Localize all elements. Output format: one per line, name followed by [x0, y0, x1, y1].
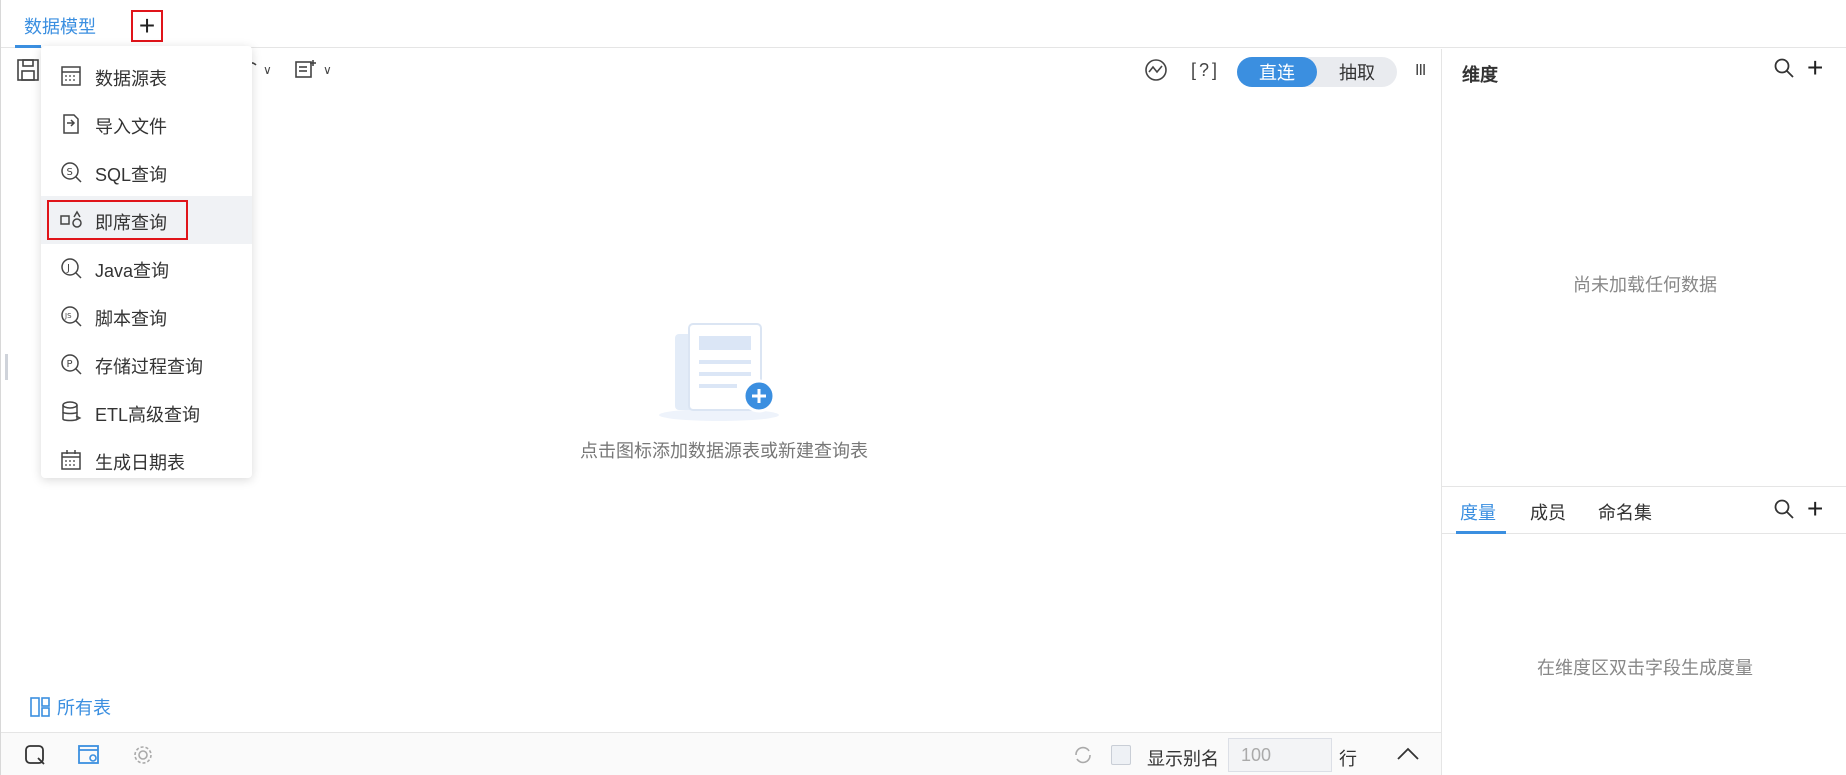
import-file-icon	[63, 114, 79, 134]
add-dimension-button[interactable]: +	[1807, 54, 1823, 82]
chevron-down-icon[interactable]: ∨	[323, 63, 332, 77]
chevron-down-icon[interactable]: ∨	[263, 63, 272, 77]
menu-item-generate-date-table[interactable]: 生成日期表	[41, 436, 252, 484]
add-tab-button[interactable]: +	[131, 10, 163, 42]
svg-text:S: S	[67, 167, 73, 178]
menu-item-datasource-table[interactable]: 数据源表	[41, 52, 252, 100]
menu-item-import-file[interactable]: 导入文件	[41, 100, 252, 148]
menu-item-java-query[interactable]: J Java查询	[41, 244, 252, 292]
adhoc-query-icon	[60, 210, 82, 228]
tab-bar: 数据模型 +	[1, 0, 1846, 48]
left-resize-handle[interactable]	[5, 354, 8, 380]
menu-item-adhoc-query[interactable]: 即席查询	[41, 196, 252, 244]
all-tables-label: 所有表	[57, 698, 111, 718]
menu-item-label: 导入文件	[95, 117, 167, 137]
menu-item-label: 生成日期表	[95, 453, 185, 473]
script-query-icon: JS	[61, 306, 82, 327]
menu-item-etl-query[interactable]: ETL高级查询	[41, 388, 252, 436]
measure-tabs: 度量 成员 命名集 +	[1442, 486, 1846, 534]
row-unit-label: 行	[1339, 749, 1357, 769]
menu-item-label: 存储过程查询	[95, 357, 203, 377]
table-icon	[61, 66, 81, 86]
search-icon[interactable]	[1773, 498, 1795, 520]
tab-active-underline	[15, 45, 41, 48]
menu-item-label: SQL查询	[95, 165, 168, 185]
search-icon[interactable]	[1773, 57, 1795, 79]
tab-named-sets[interactable]: 命名集	[1598, 499, 1652, 525]
canvas-empty-hint: 点击图标添加数据源表或新建查询表	[580, 441, 868, 461]
svg-text:P: P	[67, 359, 73, 370]
java-query-icon: J	[61, 258, 82, 279]
add-measure-button[interactable]: +	[1807, 495, 1823, 523]
menu-item-script-query[interactable]: JS 脚本查询	[41, 292, 252, 340]
sync-icon[interactable]	[1071, 743, 1095, 767]
menu-item-label: 即席查询	[95, 213, 167, 233]
connection-mode-toggle[interactable]: 直连 抽取	[1237, 57, 1397, 87]
row-count-input[interactable]: 100	[1228, 738, 1332, 772]
plus-icon: +	[138, 10, 156, 41]
query-view-icon[interactable]	[23, 743, 47, 767]
sql-query-icon: S	[61, 162, 82, 183]
chevron-up-icon[interactable]	[1395, 743, 1421, 763]
mode-direct-button[interactable]: 直连	[1237, 57, 1317, 87]
mode-extract-button[interactable]: 抽取	[1317, 57, 1397, 87]
menu-item-label: Java查询	[95, 261, 170, 281]
show-alias-checkbox[interactable]	[1111, 745, 1131, 765]
empty-document-illustration[interactable]	[657, 320, 787, 425]
save-icon[interactable]	[15, 57, 41, 83]
chart-preview-icon[interactable]	[1143, 57, 1169, 83]
menu-item-procedure-query[interactable]: P 存储过程查询	[41, 340, 252, 388]
procedure-query-icon: P	[61, 354, 82, 375]
app-window: 数据模型 + ∨ ∨ [?] 直连 抽取 III 点击图标添加数据源表或新建查询…	[0, 0, 1846, 775]
dimension-title: 维度	[1462, 65, 1498, 85]
tab-active-underline	[1456, 531, 1506, 534]
help-button[interactable]: [?]	[1191, 60, 1220, 81]
menu-item-sql-query[interactable]: S SQL查询	[41, 148, 252, 196]
layout-icon	[30, 697, 50, 717]
add-source-dropdown: 数据源表 导入文件 S SQL查询 即席查询 J Java查询 JS 脚本查询 …	[41, 46, 252, 478]
svg-text:J: J	[66, 263, 70, 274]
show-alias-label: 显示别名	[1147, 749, 1219, 769]
tab-members[interactable]: 成员	[1530, 499, 1566, 525]
bottom-bar: 显示别名 100 行	[1, 732, 1441, 775]
all-tables-button[interactable]: 所有表	[29, 694, 111, 720]
right-panel: 维度 + 尚未加载任何数据 度量 成员 命名集 + 在维度区双击字段生成度量	[1441, 49, 1846, 775]
menu-item-label: ETL高级查询	[95, 405, 201, 425]
menu-item-label: 数据源表	[95, 69, 167, 89]
menu-item-label: 脚本查询	[95, 309, 167, 329]
add-chart-icon[interactable]	[293, 57, 319, 83]
calendar-icon	[61, 450, 81, 470]
window-settings-icon[interactable]	[77, 743, 101, 767]
gear-icon[interactable]	[131, 743, 155, 767]
columns-icon[interactable]: III	[1415, 62, 1426, 80]
svg-text:JS: JS	[64, 312, 72, 320]
dimension-empty-hint: 尚未加载任何数据	[1573, 275, 1717, 295]
tab-data-model[interactable]: 数据模型	[24, 13, 96, 39]
etl-query-icon	[62, 401, 82, 422]
measure-empty-hint: 在维度区双击字段生成度量	[1537, 658, 1753, 678]
tab-measure[interactable]: 度量	[1460, 499, 1496, 525]
